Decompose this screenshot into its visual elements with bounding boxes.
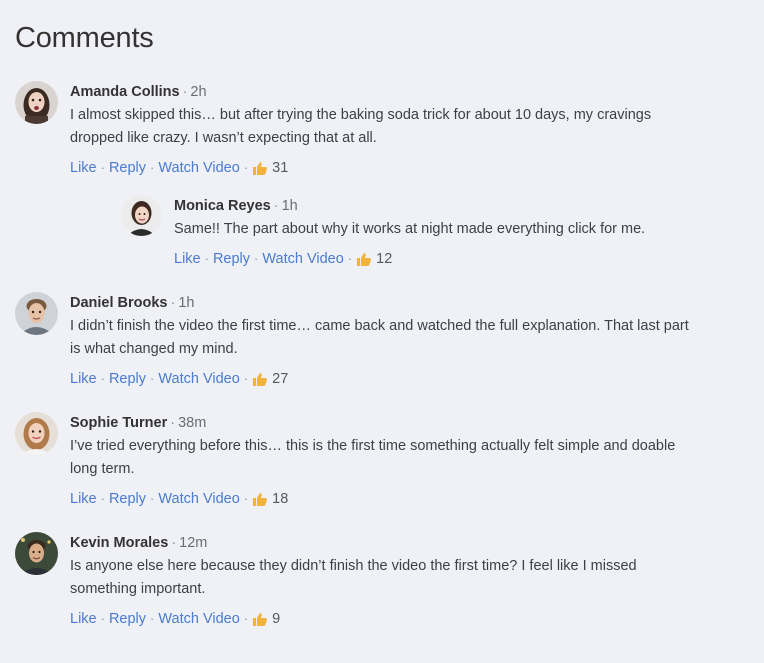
thumbs-up-icon (252, 611, 268, 627)
reply-link[interactable]: Reply (109, 609, 146, 629)
like-count: 9 (272, 611, 281, 627)
comment-text: Same!! The part about why it works at ni… (174, 221, 646, 237)
like-count: 18 (272, 491, 289, 507)
watch-video-link[interactable]: Watch Video (158, 369, 239, 389)
comment-text: I almost skipped this… but after trying … (70, 107, 652, 146)
watch-video-link[interactable]: Watch Video (158, 158, 239, 178)
comment-text: Is anyone else here because they didn’t … (70, 558, 637, 597)
comment-actions: Like · Reply · Watch Video · 31 (70, 158, 289, 178)
comment-item: Amanda Collins · 2h I almost skipped this…… (15, 81, 651, 178)
comment-author-name[interactable]: Amanda Collins (70, 84, 180, 100)
comment-timestamp: 1h (281, 198, 298, 214)
thumbs-up-icon (252, 491, 268, 507)
watch-video-link[interactable]: Watch Video (158, 489, 239, 509)
comment-timestamp: 1h (178, 295, 195, 311)
reply-link[interactable]: Reply (109, 158, 146, 178)
comment-author-name[interactable]: Sophie Turner (70, 415, 167, 431)
watch-video-link[interactable]: Watch Video (262, 249, 343, 269)
comment-actions: Like · Reply · Watch Video · 27 (70, 369, 289, 389)
comment-author-name[interactable]: Daniel Brooks (70, 295, 168, 311)
comment-item: Daniel Brooks · 1h I didn’t finish the vid… (15, 292, 689, 389)
thumbs-up-icon (356, 251, 372, 267)
comment-text: I didn’t finish the video the first time… (70, 318, 689, 357)
watch-video-link[interactable]: Watch Video (158, 609, 239, 629)
comment-actions: Like · Reply · Watch Video · 18 (70, 489, 289, 509)
reply-link[interactable]: Reply (213, 249, 250, 269)
like-link[interactable]: Like (70, 489, 97, 509)
avatar[interactable] (15, 292, 58, 335)
like-count: 31 (272, 160, 289, 176)
comment-actions: Like · Reply · Watch Video · 9 (70, 609, 281, 629)
like-count: 12 (376, 251, 393, 267)
reply-link[interactable]: Reply (109, 369, 146, 389)
avatar[interactable] (15, 81, 58, 124)
comment-timestamp: 2h (190, 84, 207, 100)
avatar[interactable] (121, 195, 162, 236)
comment-item: Kevin Morales · 12m Is anyone else here be… (15, 532, 637, 629)
like-link[interactable]: Like (174, 249, 201, 269)
comment-author-name[interactable]: Kevin Morales (70, 535, 168, 551)
reply-item: Monica Reyes · 1h Same!! The part about wh… (121, 195, 645, 269)
comment-actions: Like · Reply · Watch Video · 12 (174, 249, 393, 269)
page-title: Comments (15, 22, 154, 54)
avatar[interactable] (15, 412, 58, 455)
thumbs-up-icon (252, 371, 268, 387)
like-link[interactable]: Like (70, 158, 97, 178)
thumbs-up-icon (252, 160, 268, 176)
reply-link[interactable]: Reply (109, 489, 146, 509)
like-link[interactable]: Like (70, 609, 97, 629)
comment-item: Sophie Turner · 38m I’ve tried everything … (15, 412, 675, 509)
comment-timestamp: 38m (178, 415, 207, 431)
avatar[interactable] (15, 532, 58, 575)
comment-text: I’ve tried everything before this… this … (70, 438, 676, 477)
like-link[interactable]: Like (70, 369, 97, 389)
comment-author-name[interactable]: Monica Reyes (174, 198, 271, 214)
like-count: 27 (272, 371, 289, 387)
comment-timestamp: 12m (179, 535, 208, 551)
